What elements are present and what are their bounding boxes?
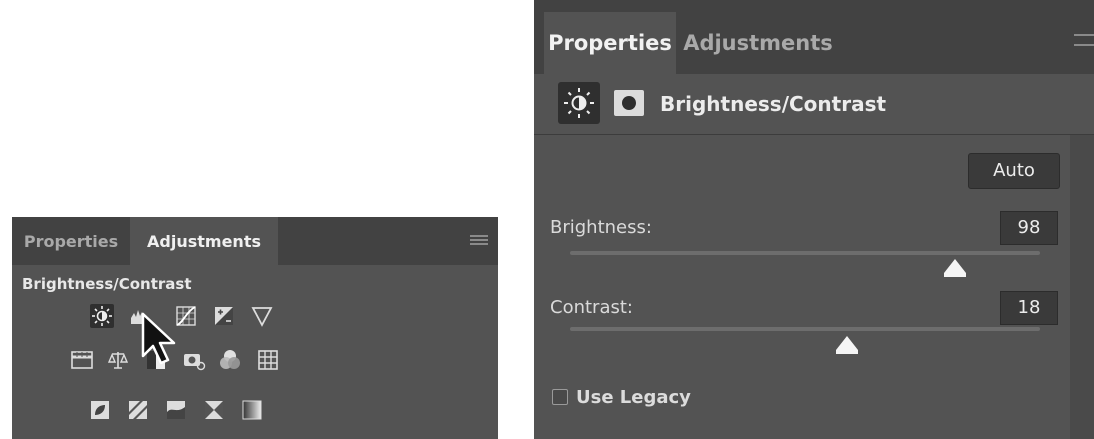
checkbox-box[interactable] bbox=[552, 389, 568, 405]
adjustment-hover-title: Brightness/Contrast bbox=[22, 275, 192, 293]
properties-header: Brightness/Contrast bbox=[534, 74, 1094, 135]
invert-icon[interactable] bbox=[88, 398, 112, 422]
brightness-slider-track[interactable] bbox=[570, 251, 1040, 255]
properties-panel: Properties Adjustments Brightness/Contra… bbox=[534, 0, 1094, 439]
contrast-slider-thumb[interactable] bbox=[836, 336, 859, 354]
mouse-pointer-icon bbox=[140, 311, 180, 367]
vibrance-icon[interactable] bbox=[250, 304, 274, 328]
tab-properties[interactable]: Properties bbox=[544, 12, 676, 74]
brightness-contrast-icon[interactable] bbox=[90, 304, 114, 328]
photo-filter-icon[interactable] bbox=[182, 348, 206, 372]
brightness-slider-thumb[interactable] bbox=[944, 259, 967, 277]
panel-menu-icon[interactable] bbox=[1074, 34, 1094, 46]
use-legacy-checkbox[interactable]: Use Legacy bbox=[552, 387, 691, 408]
tab-adjustments[interactable]: Adjustments bbox=[678, 12, 838, 74]
gradient-map-icon[interactable] bbox=[240, 398, 264, 422]
threshold-icon[interactable] bbox=[164, 398, 188, 422]
brightness-contrast-icon[interactable] bbox=[558, 82, 600, 124]
posterize-icon[interactable] bbox=[126, 398, 150, 422]
layer-mask-icon[interactable] bbox=[614, 90, 644, 116]
tab-adjustments[interactable]: Adjustments bbox=[130, 217, 278, 265]
hue-saturation-icon[interactable] bbox=[70, 348, 94, 372]
contrast-input[interactable]: 18 bbox=[1000, 291, 1058, 325]
selective-color-icon[interactable] bbox=[202, 398, 226, 422]
channel-mixer-icon[interactable] bbox=[218, 348, 242, 372]
exposure-icon[interactable] bbox=[212, 304, 236, 328]
contrast-slider-track[interactable] bbox=[570, 327, 1040, 331]
properties-body: Auto Brightness: 98 Contrast: 18 Use Leg… bbox=[534, 135, 1094, 439]
tab-properties[interactable]: Properties bbox=[12, 217, 130, 265]
brightness-label: Brightness: bbox=[550, 217, 652, 238]
adjustments-panel: Properties Adjustments Brightness/Contra… bbox=[12, 217, 498, 439]
color-balance-icon[interactable] bbox=[106, 348, 130, 372]
properties-title: Brightness/Contrast bbox=[660, 92, 887, 116]
brightness-input[interactable]: 98 bbox=[1000, 211, 1058, 245]
panel-menu-icon[interactable] bbox=[470, 235, 488, 245]
right-tab-bar: Properties Adjustments bbox=[534, 0, 1094, 82]
auto-button[interactable]: Auto bbox=[968, 153, 1060, 189]
left-tab-bar: Properties Adjustments bbox=[12, 217, 498, 265]
contrast-label: Contrast: bbox=[550, 297, 633, 318]
use-legacy-label: Use Legacy bbox=[576, 387, 691, 408]
color-lookup-icon[interactable] bbox=[256, 348, 280, 372]
